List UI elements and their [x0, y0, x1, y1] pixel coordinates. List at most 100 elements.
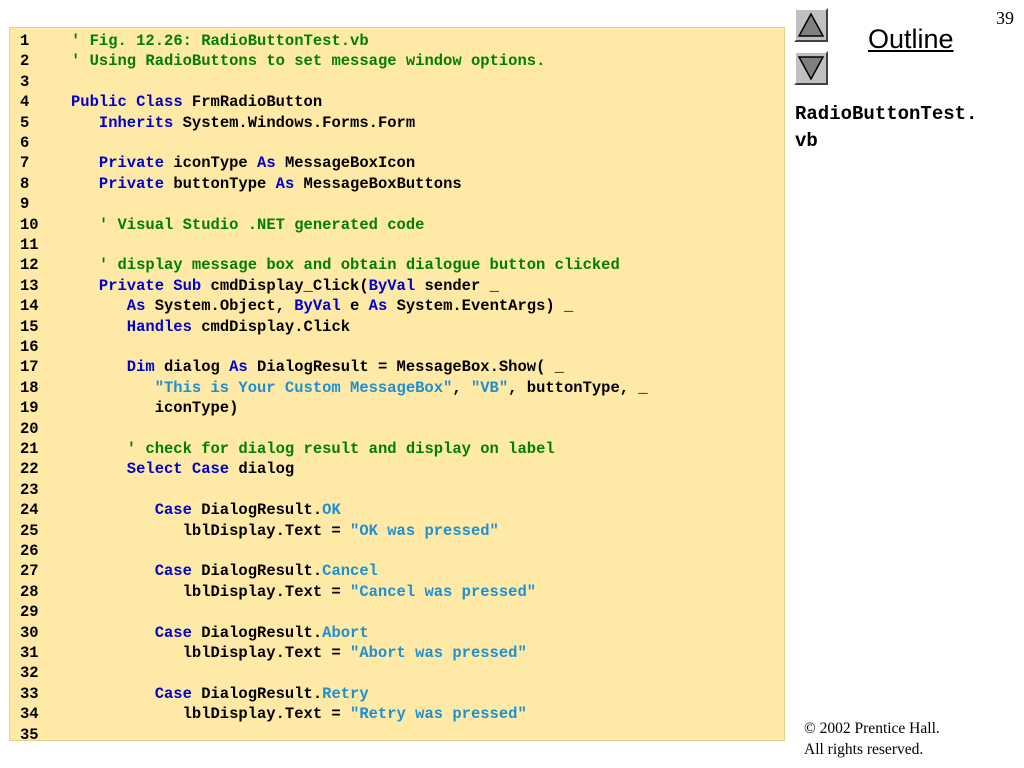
line-number: 31	[20, 644, 39, 662]
code-token-keyword: Case	[154, 623, 192, 642]
code-token-plain: lblDisplay.Text =	[182, 521, 351, 540]
code-text: iconType)	[155, 398, 239, 418]
code-token-keyword: ByVal	[368, 276, 416, 295]
code-token-comment: ' check for dialog result and display on…	[126, 440, 555, 458]
triangle-down-icon	[798, 56, 824, 81]
code-token-plain: e	[340, 297, 369, 316]
code-token-string: "Cancel was pressed"	[350, 582, 537, 601]
line-number: 10	[20, 215, 39, 234]
code-token-plain: DialogResult.	[191, 501, 323, 520]
code-text: lblDisplay.Text = "OK was pressed"	[183, 521, 499, 541]
code-token-comment: ' Visual Studio .NET generated code	[98, 215, 425, 234]
code-token-plain: System.EventArgs) _	[387, 297, 574, 316]
code-text: Inherits System.Windows.Forms.Form	[99, 113, 415, 133]
code-token-plain: System.Windows.Forms.Form	[173, 113, 416, 132]
code-text: Public Class FrmRadioButton	[71, 92, 322, 112]
code-token-keyword: As	[368, 297, 388, 316]
code-listing-panel: 1 ' Fig. 12.26: RadioButtonTest.vb 2 ' Usin…	[9, 27, 785, 744]
code-token-member: Retry	[322, 684, 369, 703]
code-text: Private Sub cmdDisplay_Click(ByVal sende…	[99, 276, 499, 296]
line-number: 15	[20, 317, 39, 336]
line-number: 3	[20, 72, 30, 91]
code-token-string: "VB"	[470, 378, 509, 397]
code-token-plain: MessageBoxButtons	[294, 174, 462, 193]
line-number: 11	[20, 236, 39, 254]
code-token-comment: ' Using RadioButtons to set message wind…	[71, 52, 546, 71]
code-token-keyword: As	[229, 358, 248, 377]
file-title-line: RadioButtonTest.	[795, 103, 978, 125]
code-text: ' Visual Studio .NET generated code	[99, 215, 425, 235]
code-token-plain: iconType	[164, 154, 258, 173]
code-text: lblDisplay.Text = "Retry was pressed"	[183, 704, 527, 724]
code-token-keyword: Public Class	[71, 93, 183, 112]
code-token-keyword: Handles	[126, 317, 192, 336]
code-token-plain: FrmRadioButton	[182, 93, 323, 112]
line-number: 5	[20, 113, 30, 132]
line-number: 8	[20, 174, 30, 193]
previous-slide-button[interactable]	[794, 8, 828, 42]
line-number: 9	[20, 195, 30, 214]
file-title-line: vb	[795, 130, 818, 152]
line-number: 33	[20, 684, 39, 703]
slide-number: 39	[996, 8, 1014, 28]
code-text: lblDisplay.Text = "Abort was pressed"	[183, 643, 527, 663]
code-text: ' Fig. 12.26: RadioButtonTest.vb	[71, 31, 369, 51]
code-token-plain: System.Object,	[145, 297, 295, 316]
line-number: 13	[20, 276, 39, 295]
code-token-plain: cmdDisplay.Click	[191, 317, 351, 336]
code-token-plain: lblDisplay.Text =	[182, 705, 351, 724]
code-text: ' check for dialog result and display on…	[127, 439, 555, 459]
code-token-plain: DialogResult.	[191, 684, 323, 703]
code-token-member: OK	[322, 501, 341, 520]
code-text: Select Case dialog	[127, 459, 294, 479]
code-token-keyword: Private	[98, 154, 165, 173]
line-number: 32	[20, 664, 39, 683]
code-token-keyword: Private	[98, 174, 165, 193]
code-token-plain: dialog	[229, 460, 295, 479]
code-token-plain: dialog	[154, 358, 230, 377]
code-token-string: "This is Your Custom MessageBox"	[154, 378, 453, 397]
code-token-keyword: Select Case	[126, 460, 230, 479]
code-token-keyword: Private Sub	[98, 276, 202, 295]
code-text: Case DialogResult.Cancel	[155, 561, 378, 581]
code-text: "This is Your Custom MessageBox", "VB", …	[155, 378, 648, 398]
code-text: Private buttonType As MessageBoxButtons	[99, 174, 462, 194]
code-token-plain: buttonType	[164, 174, 276, 193]
line-number: 16	[20, 338, 39, 356]
code-text: ' Using RadioButtons to set message wind…	[71, 51, 545, 71]
code-token-keyword: Case	[154, 684, 192, 703]
code-token-comment: ' display message box and obtain dialogu…	[98, 256, 620, 275]
triangle-up-icon	[798, 12, 824, 37]
line-number: 21	[20, 440, 39, 458]
copyright-line: © 2002 Prentice Hall.	[804, 720, 940, 737]
code-text: Case DialogResult.Retry	[155, 684, 369, 704]
line-number: 23	[20, 480, 39, 499]
line-number: 25	[20, 521, 39, 540]
code-text: Private iconType As MessageBoxIcon	[99, 153, 415, 173]
next-slide-button[interactable]	[794, 51, 828, 85]
copyright-notice: © 2002 Prentice Hall. All rights reserve…	[804, 718, 940, 760]
line-number: 24	[20, 501, 39, 520]
code-token-string: "Abort was pressed"	[350, 644, 527, 662]
code-token-string: "OK was pressed"	[350, 521, 499, 540]
code-text: As System.Object, ByVal e As System.Even…	[127, 296, 574, 316]
code-text: Handles cmdDisplay.Click	[127, 317, 350, 337]
line-number: 19	[20, 399, 39, 418]
code-text: lblDisplay.Text = "Cancel was pressed"	[183, 582, 536, 602]
copyright-line: All rights reserved.	[804, 741, 924, 758]
file-title: RadioButtonTest. vb	[795, 101, 1020, 155]
code-text: Dim dialog As DialogResult = MessageBox.…	[127, 357, 564, 377]
code-token-plain: , buttonType, _	[508, 378, 648, 397]
outline-link[interactable]: Outline	[868, 24, 954, 55]
line-number: 17	[20, 358, 39, 377]
code-token-plain: DialogResult = MessageBox.Show( _	[247, 358, 564, 377]
line-number: 35	[20, 725, 39, 744]
line-number: 27	[20, 562, 39, 581]
code-token-plain: lblDisplay.Text =	[182, 644, 351, 662]
line-number: 2	[20, 52, 30, 71]
code-text: ' display message box and obtain dialogu…	[99, 255, 620, 275]
line-number: 26	[20, 542, 39, 560]
code-text: Case DialogResult.Abort	[155, 623, 369, 643]
code-token-plain: iconType)	[154, 399, 239, 418]
code-token-plain: lblDisplay.Text =	[182, 582, 351, 601]
